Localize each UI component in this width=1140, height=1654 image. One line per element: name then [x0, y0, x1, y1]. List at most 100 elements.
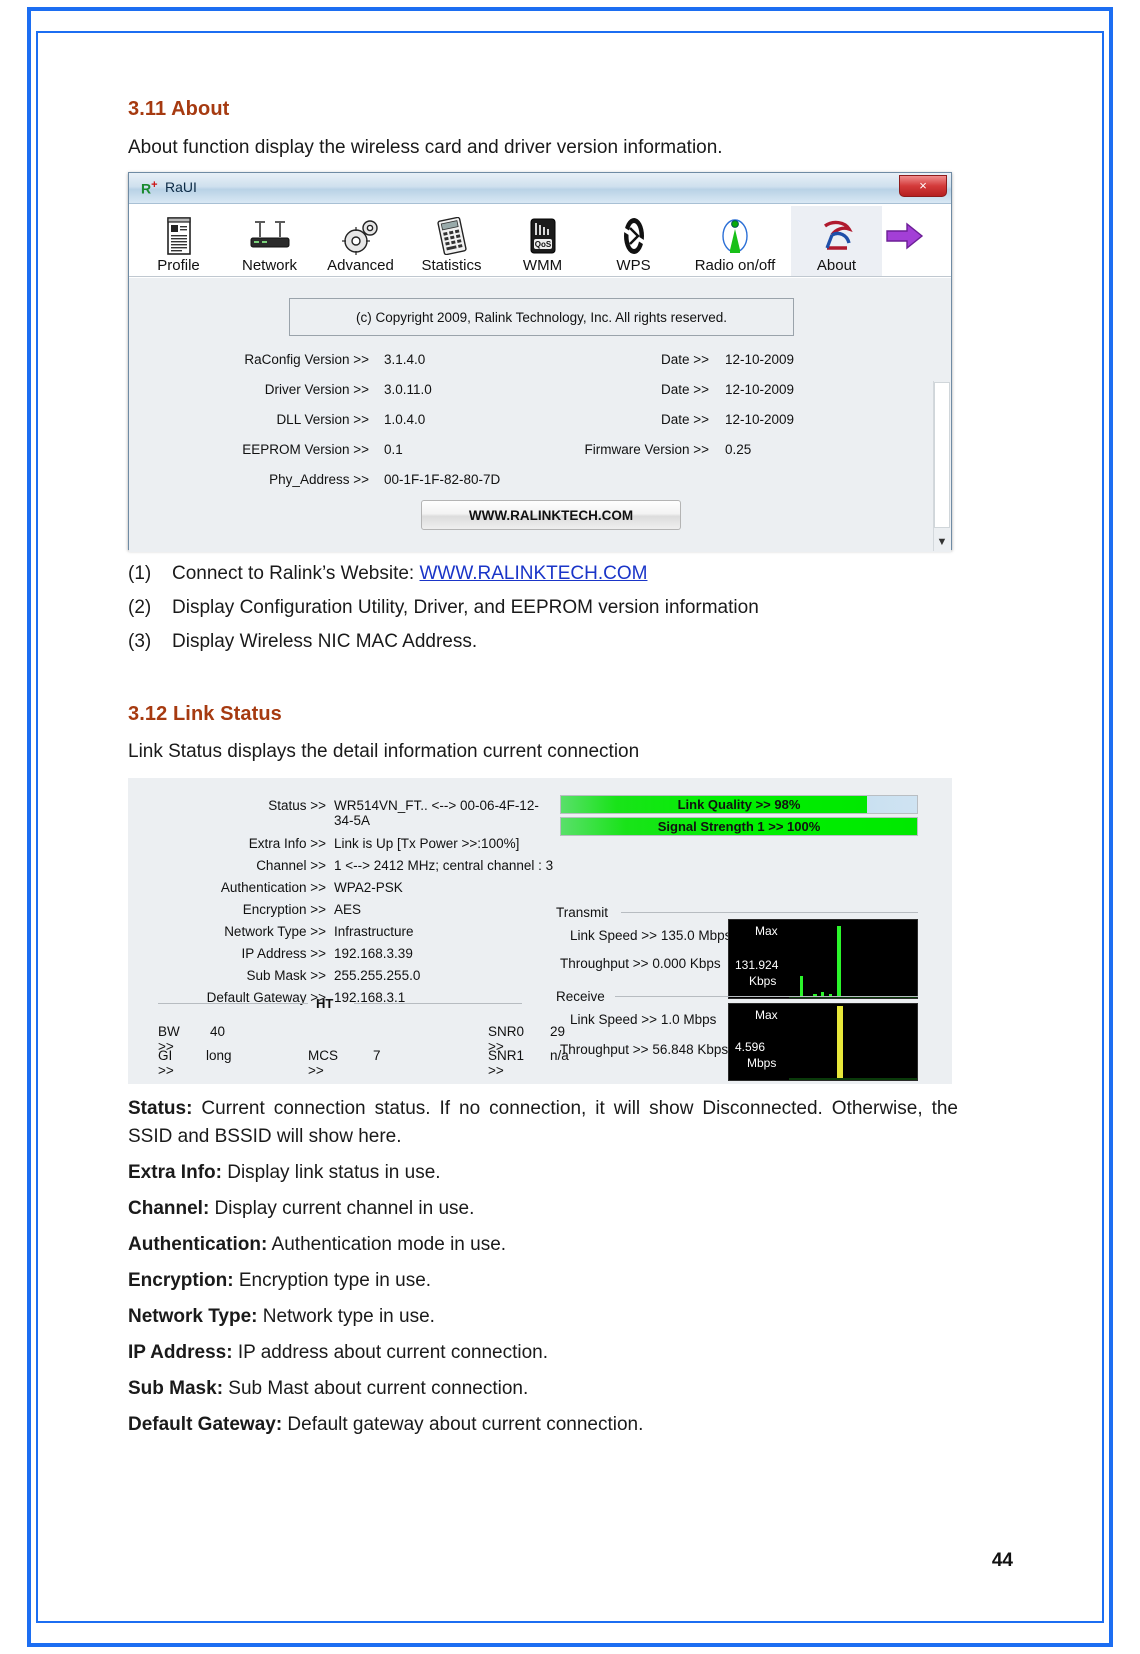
network-type-label: Network Type >> [224, 924, 326, 939]
definition-term: Encryption: [128, 1270, 234, 1291]
firmware-version-label: Firmware Version >> [584, 442, 709, 457]
definition-term: Default Gateway: [128, 1414, 283, 1435]
definition-encryption: Encryption: Encryption type in use. [128, 1267, 958, 1295]
definition-default-gateway: Default Gateway: Default gateway about c… [128, 1411, 958, 1439]
about-notes-list: (1) Connect to Ralink’s Website: WWW.RAL… [128, 563, 759, 665]
page-content: 3.11 About About function display the wi… [0, 0, 1140, 1654]
snr0-value: 29 [550, 1024, 566, 1039]
definition-desc: IP address about current connection. [232, 1342, 549, 1363]
signal-strength-label: Signal Strength 1 >> 100% [657, 819, 821, 834]
bw-value: 40 [210, 1024, 226, 1039]
definition-term: IP Address: [128, 1342, 233, 1363]
driver-date-value: 12-10-2009 [725, 382, 795, 397]
transmit-graph: Max 131.924 Kbps [728, 919, 918, 999]
definition-status: Status: Current connection status. If no… [128, 1095, 958, 1151]
gi-value: long [206, 1048, 232, 1063]
tab-advanced[interactable]: Advanced [315, 206, 406, 276]
definition-term: Channel: [128, 1198, 210, 1219]
transmit-divider [621, 912, 918, 913]
driver-version-value: 3.0.11.0 [384, 382, 432, 397]
definition-authentication: Authentication: Authentication mode in u… [128, 1231, 958, 1259]
receive-divider [615, 996, 918, 997]
list-item: (1) Connect to Ralink’s Website: WWW.RAL… [128, 563, 759, 585]
definition-term: Authentication: [128, 1234, 268, 1255]
ralink-website-link[interactable]: WWW.RALINKTECH.COM [419, 563, 647, 584]
about-ralink-icon [819, 215, 855, 257]
list-item-number: (1) [128, 563, 152, 584]
list-item-number: (2) [128, 597, 152, 618]
link-status-panel: Status >> WR514VN_FT.. <--> 00-06-4F-12-… [128, 778, 952, 1084]
raconfig-version-value: 3.1.4.0 [384, 352, 426, 367]
dll-version-value: 1.0.4.0 [384, 412, 426, 427]
definition-term: Network Type: [128, 1306, 258, 1327]
about-intro-text: About function display the wireless card… [128, 137, 723, 158]
channel-label: Channel >> [256, 858, 326, 873]
raui-toolbar: Profile Network Advanced Statistics QoS … [129, 204, 951, 277]
definition-network-type: Network Type: Network type in use. [128, 1303, 958, 1331]
chevron-down-icon[interactable]: ▼ [934, 534, 950, 550]
tab-statistics[interactable]: Statistics [406, 206, 497, 276]
radio-antenna-icon [720, 215, 750, 257]
receive-link-speed: Link Speed >> 1.0 Mbps [570, 1012, 717, 1027]
tab-network-label: Network [241, 257, 297, 274]
tab-profile-label: Profile [157, 257, 200, 274]
list-item: (3) Display Wireless NIC MAC Address. [128, 631, 759, 653]
eeprom-version-label: EEPROM Version >> [242, 442, 369, 457]
dll-date-value: 12-10-2009 [725, 412, 795, 427]
ralink-website-button[interactable]: WWW.RALINKTECH.COM [421, 500, 681, 530]
raui-window-title: RaUI [165, 179, 197, 195]
encryption-value: AES [334, 902, 362, 917]
tab-radio-on-off[interactable]: Radio on/off [679, 206, 791, 276]
link-quality-meter: Link Quality >> 98% [560, 795, 918, 814]
raui-about-window: R+ RaUI × Profile Network Advanced Stati… [128, 172, 952, 552]
driver-version-label: Driver Version >> [264, 382, 369, 397]
list-item-text: Display Wireless NIC MAC Address. [172, 631, 478, 652]
definition-desc: Display link status in use. [221, 1162, 441, 1183]
receive-graph-unit: Mbps [747, 1056, 777, 1070]
definition-desc: Display current channel in use. [209, 1198, 475, 1219]
profile-icon [164, 215, 194, 257]
ip-address-value: 192.168.3.39 [334, 946, 413, 961]
wmm-qos-icon: QoS [526, 215, 560, 257]
heading-3-12-link-status: 3.12 Link Status [128, 703, 282, 725]
tab-profile[interactable]: Profile [133, 206, 224, 276]
raconfig-date-value: 12-10-2009 [725, 352, 795, 367]
dll-version-label: DLL Version >> [276, 412, 369, 427]
page-number: 44 [991, 1550, 1013, 1571]
snr1-label: SNR1 >> [488, 1048, 525, 1078]
transmit-caption: Transmit [556, 905, 609, 920]
transmit-throughput: Throughput >> 0.000 Kbps [560, 956, 721, 971]
list-item-text: Display Configuration Utility, Driver, a… [172, 597, 759, 618]
next-arrow-icon [885, 215, 925, 257]
mcs-value: 7 [373, 1048, 381, 1063]
definition-channel: Channel: Display current channel in use. [128, 1195, 958, 1223]
ralink-logo-icon: R+ [141, 179, 158, 197]
driver-date-label: Date >> [660, 382, 709, 397]
tab-about[interactable]: About [791, 206, 882, 276]
extra-info-label: Extra Info >> [248, 836, 326, 851]
firmware-version-value: 0.25 [725, 442, 752, 457]
eeprom-version-value: 0.1 [384, 442, 403, 457]
tab-wps-label: WPS [616, 257, 651, 274]
phy-address-label: Phy_Address >> [269, 472, 369, 487]
definition-sub-mask: Sub Mask: Sub Mast about current connect… [128, 1375, 958, 1403]
mcs-label: MCS >> [308, 1048, 338, 1078]
definition-desc: Sub Mast about current connection. [223, 1378, 529, 1399]
tab-network[interactable]: Network [224, 206, 315, 276]
authentication-label: Authentication >> [220, 880, 326, 895]
link-quality-label: Link Quality >> 98% [677, 797, 801, 812]
heading-3-11-about: 3.11 About [128, 98, 230, 120]
network-icon [247, 215, 293, 257]
next-arrow-button[interactable] [882, 206, 928, 276]
signal-strength-meter: Signal Strength 1 >> 100% [560, 817, 918, 836]
tab-wmm[interactable]: QoS WMM [497, 206, 588, 276]
close-icon[interactable]: × [899, 175, 947, 197]
svg-text:QoS: QoS [534, 240, 551, 249]
definition-desc: Authentication mode in use. [267, 1234, 507, 1255]
scrollbar-thumb[interactable] [934, 382, 950, 528]
ip-address-label: IP Address >> [241, 946, 326, 961]
raconfig-date-label: Date >> [660, 352, 709, 367]
definition-extra-info: Extra Info: Display link status in use. [128, 1159, 958, 1187]
list-item: (2) Display Configuration Utility, Drive… [128, 597, 759, 619]
tab-wps[interactable]: WPS [588, 206, 679, 276]
